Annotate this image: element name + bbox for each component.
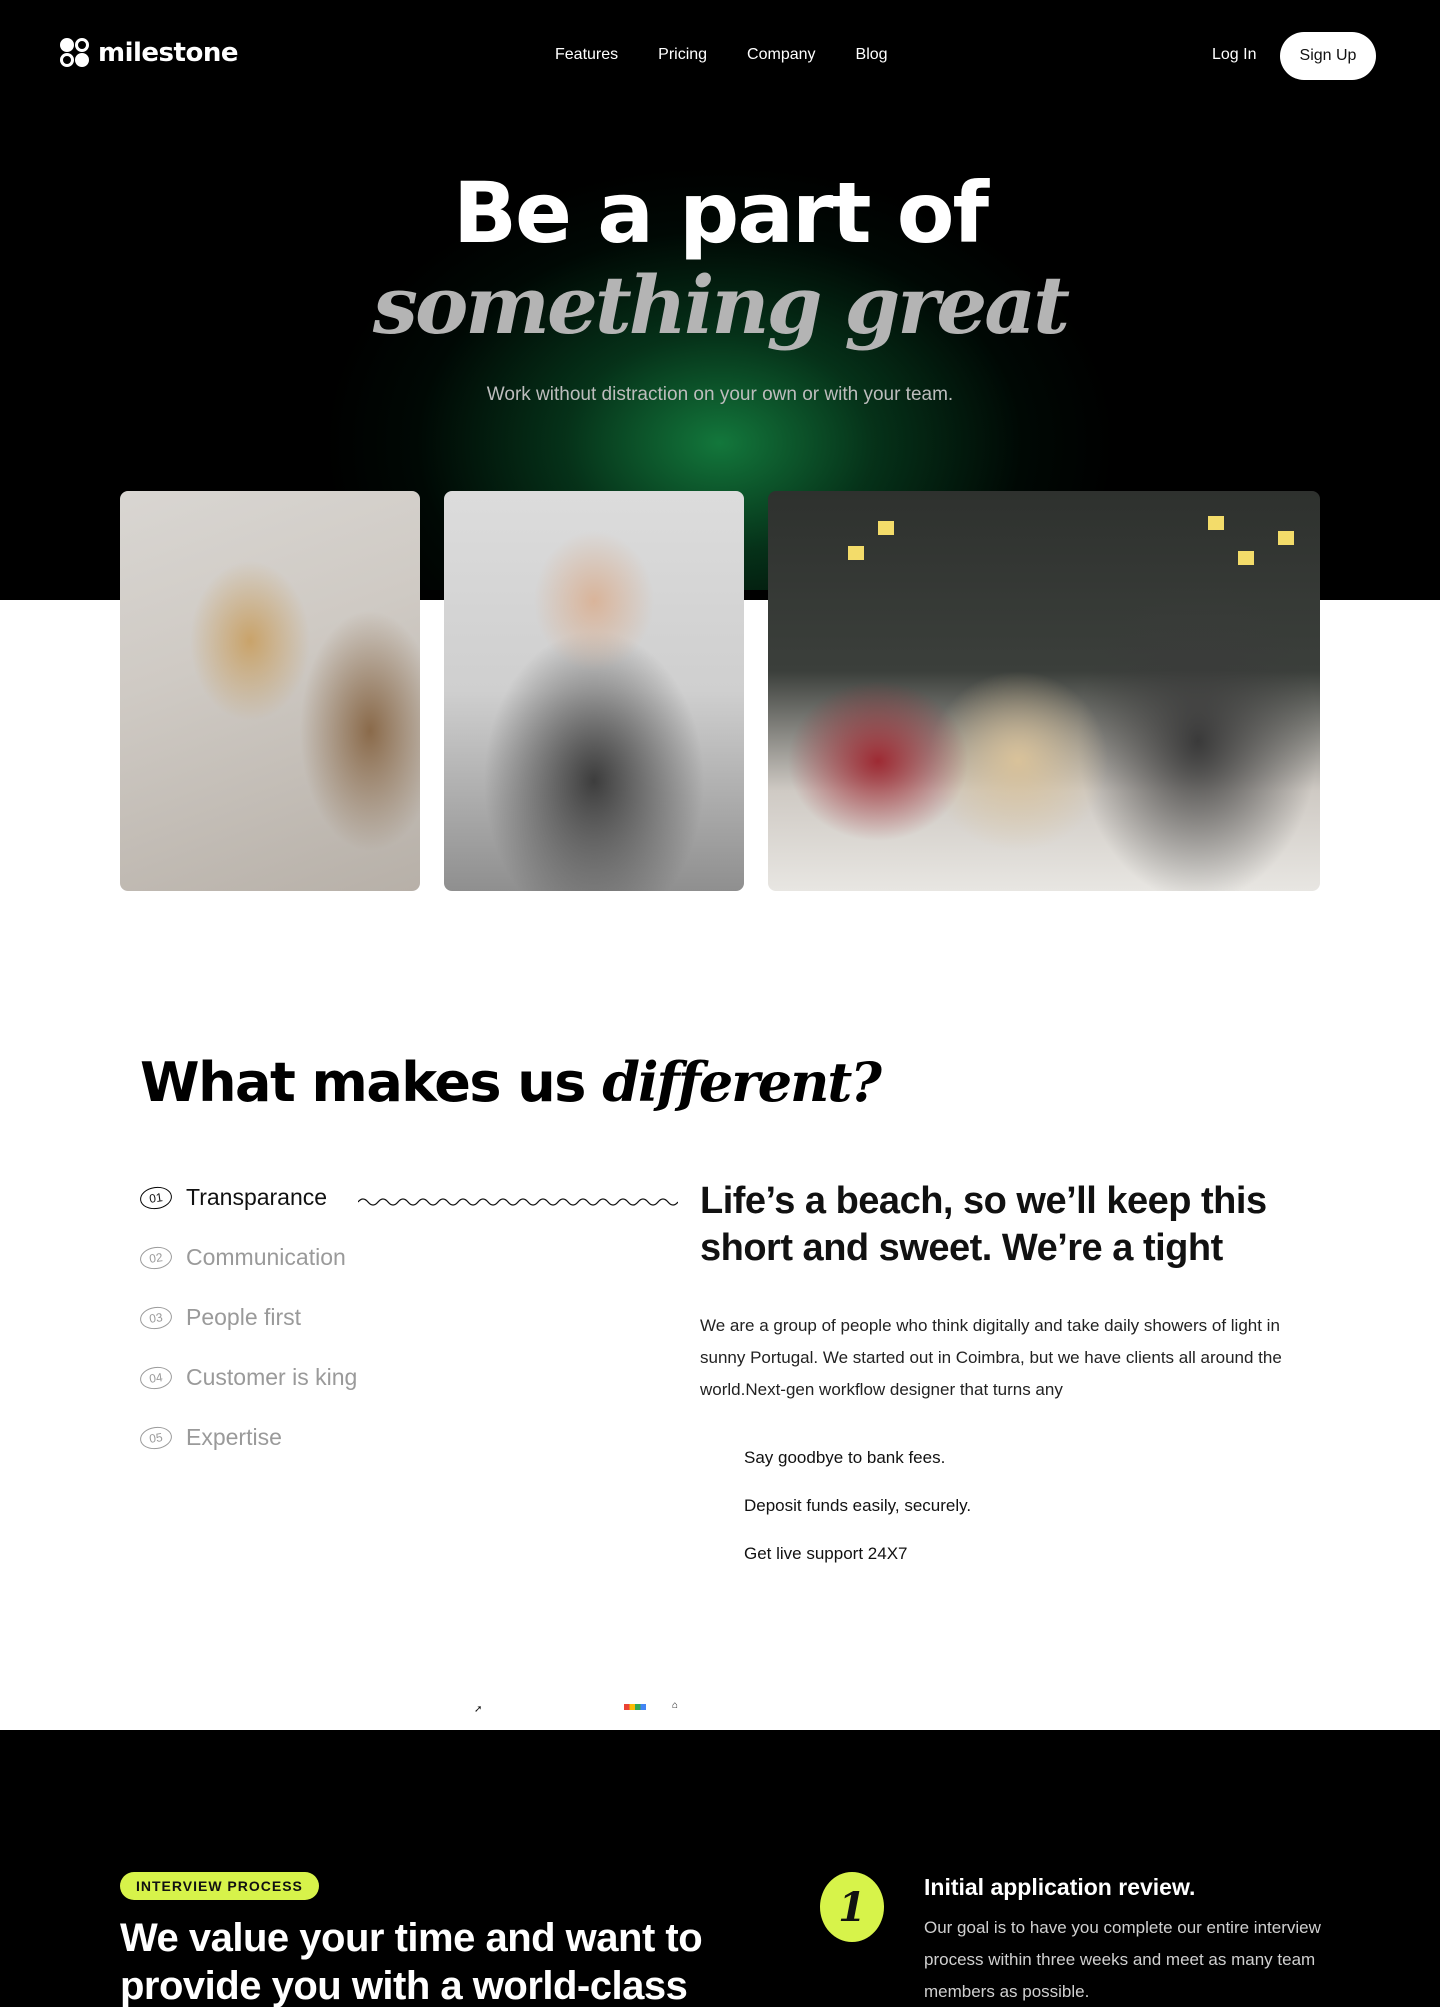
feature-detail-title: Life’s a beach, so we’ll keep this short…	[700, 1180, 1267, 1269]
nav-link-blog[interactable]: Blog	[856, 46, 888, 64]
nav-link-pricing[interactable]: Pricing	[658, 46, 707, 64]
hero-subtitle: Work without distraction on your own or …	[486, 384, 954, 405]
main-nav: Features Pricing Company Blog	[555, 46, 888, 64]
nav-link-features[interactable]: Features	[555, 46, 618, 64]
active-indicator-squiggle	[358, 1198, 678, 1206]
feature-label: Communication	[186, 1244, 346, 1270]
feature-number-badge: 03	[138, 1304, 174, 1331]
section-title-different: What makes us different?	[140, 1050, 882, 1114]
feature-item-people-first[interactable]: 03 People first	[138, 1304, 302, 1331]
signup-button[interactable]: Sign Up	[1280, 32, 1376, 80]
hero-title: Be a part of	[452, 164, 989, 262]
nav-link-company[interactable]: Company	[747, 46, 815, 64]
feature-label: Transparance	[186, 1184, 328, 1210]
navbar: milestone Features Pricing Company Blog …	[0, 0, 1440, 112]
partner-logo-icon: ⌂	[672, 1700, 679, 1711]
feature-number-badge: 05	[138, 1424, 174, 1451]
feature-label: People first	[186, 1304, 302, 1330]
feature-item-transparance[interactable]: 01 Transparance	[138, 1184, 328, 1211]
team-photo-3	[768, 491, 1320, 891]
benefit-item: Get live support 24X7	[744, 1544, 908, 1563]
feature-item-customer-is-king[interactable]: 04 Customer is king	[138, 1364, 358, 1391]
interview-process-badge: INTERVIEW PROCESS	[120, 1872, 319, 1900]
partner-logo-icon	[624, 1704, 646, 1710]
benefit-item: Say goodbye to bank fees.	[744, 1448, 946, 1467]
feature-number-badge: 02	[138, 1244, 174, 1271]
team-photo-2	[444, 491, 744, 891]
feature-number-badge: 04	[138, 1364, 174, 1391]
brand-logo[interactable]: milestone	[60, 38, 238, 68]
feature-item-communication[interactable]: 02 Communication	[138, 1244, 346, 1271]
interview-section-title: We value your time and want to provide y…	[120, 1916, 703, 2007]
logo-icon	[60, 38, 90, 68]
feature-detail-body: We are a group of people who think digit…	[700, 1316, 1282, 1399]
hero-title-emphasis: something great	[372, 258, 1070, 352]
step-title: Initial application review.	[924, 1874, 1196, 1900]
feature-item-expertise[interactable]: 05 Expertise	[138, 1424, 282, 1451]
step-number-badge: 1	[820, 1872, 884, 1942]
feature-label: Expertise	[186, 1424, 282, 1450]
brand-name: milestone	[98, 38, 238, 68]
benefit-item: Deposit funds easily, securely.	[744, 1496, 972, 1515]
feature-label: Customer is king	[186, 1364, 358, 1390]
partner-logo-icon: ➚	[474, 1704, 483, 1715]
feature-number-badge: 01	[138, 1184, 174, 1211]
step-description: Our goal is to have you complete our ent…	[924, 1918, 1321, 2001]
team-photo-1	[120, 491, 420, 891]
login-link[interactable]: Log In	[1212, 46, 1256, 64]
